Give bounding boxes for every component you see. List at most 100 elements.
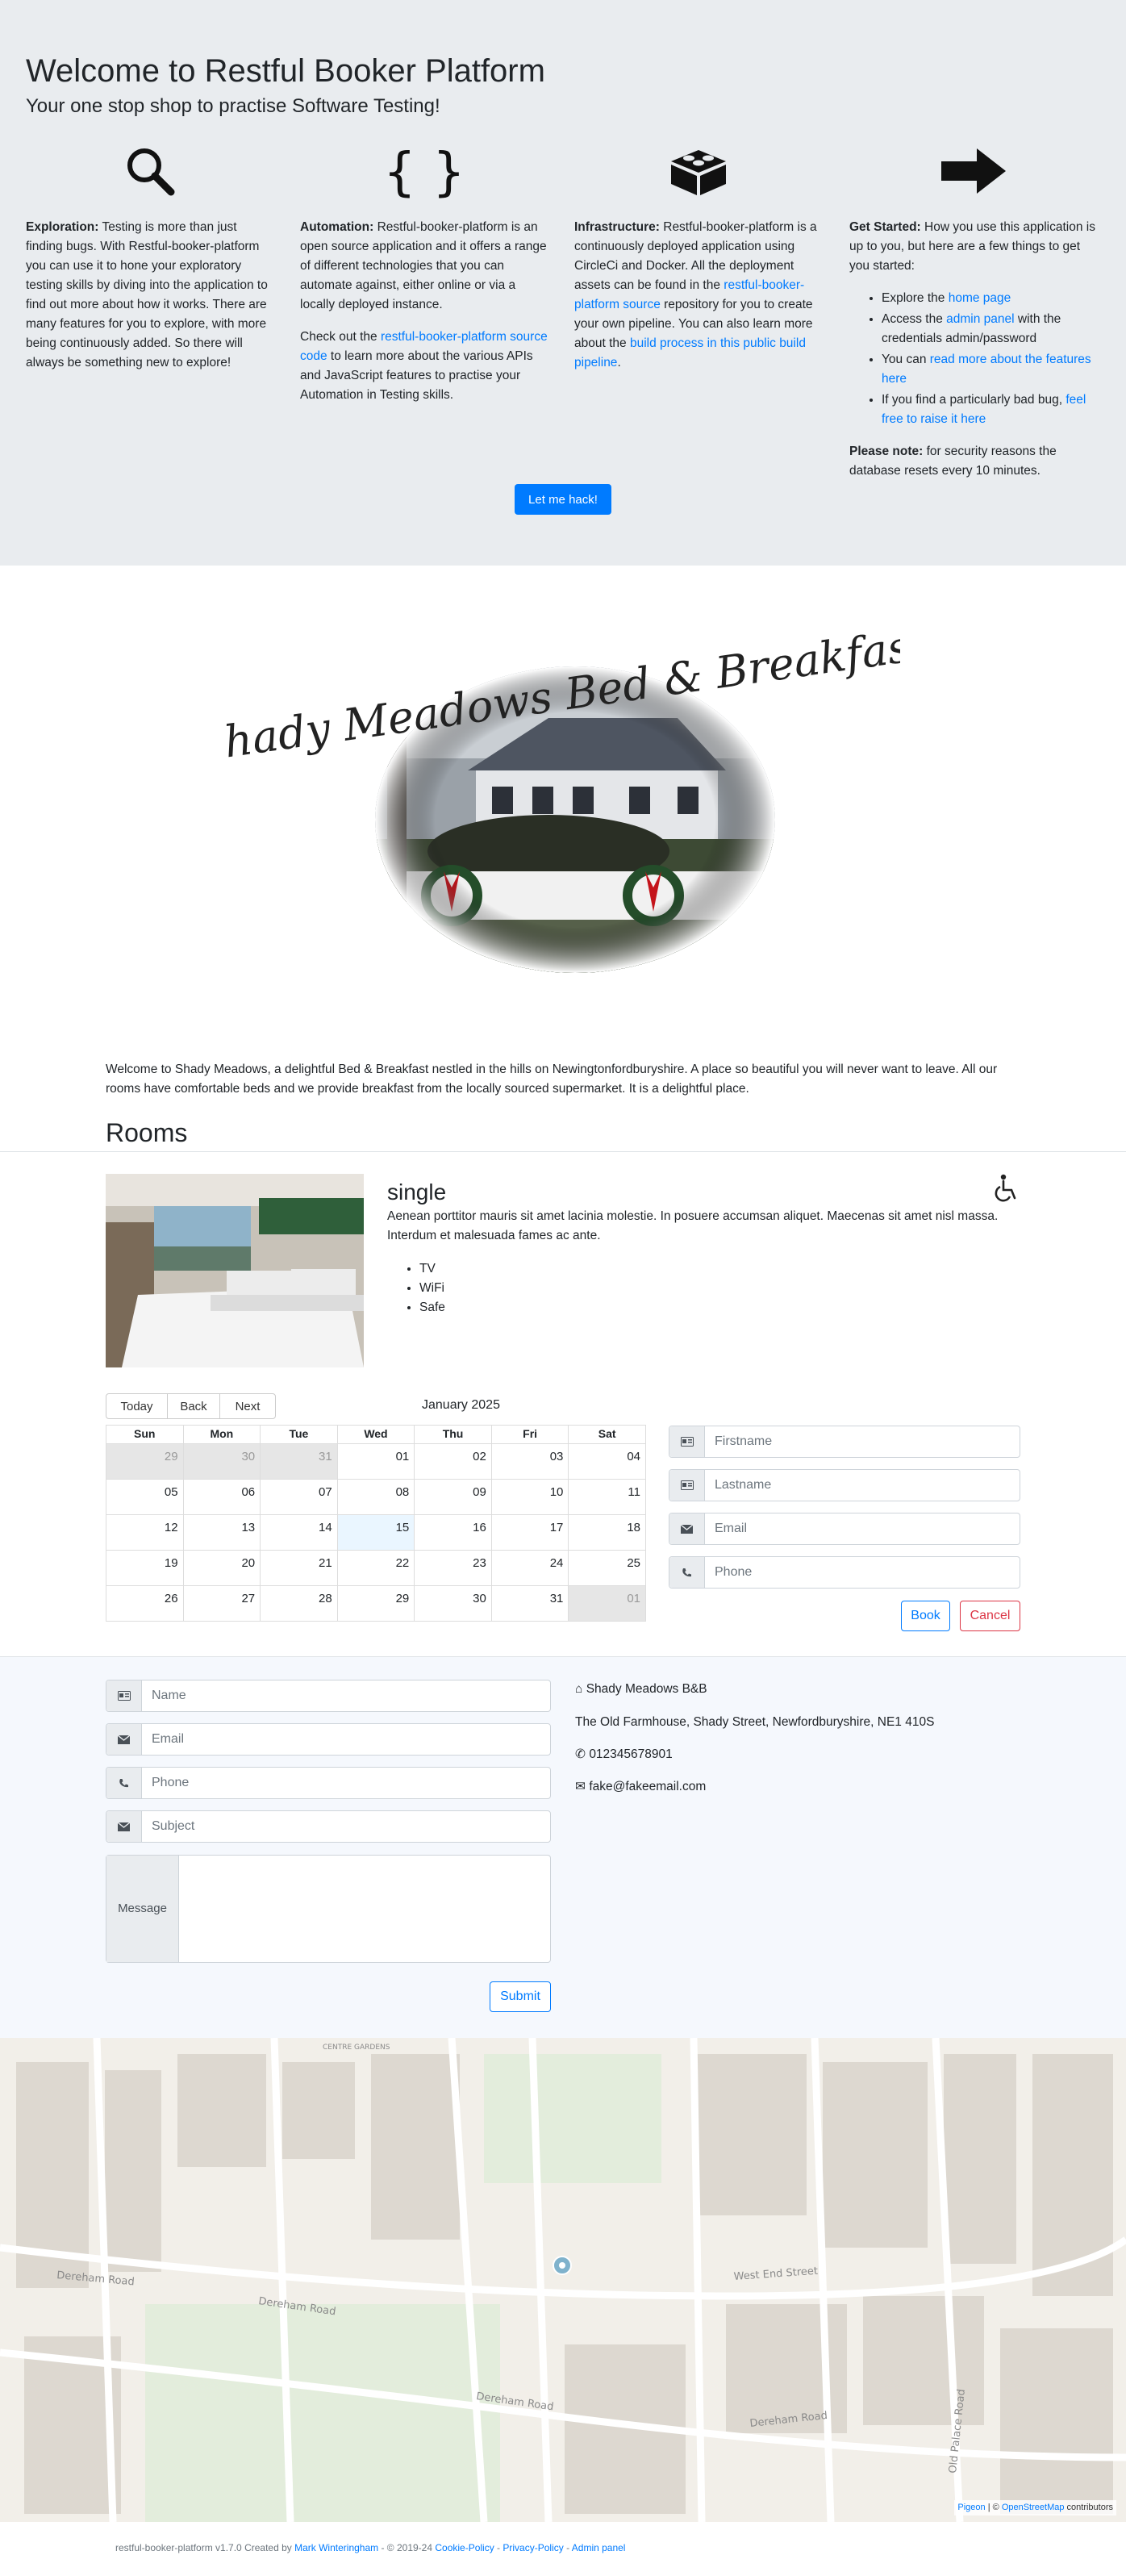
weekday-header: Sun <box>106 1425 184 1444</box>
calendar-day[interactable]: 28 <box>260 1584 338 1622</box>
calendar-day[interactable]: 23 <box>414 1549 492 1586</box>
admin-panel-link[interactable]: admin panel <box>946 312 1014 326</box>
weekday-header: Wed <box>336 1425 415 1444</box>
calendar-day[interactable]: 11 <box>568 1478 646 1515</box>
email-placeholder: Email <box>152 1731 185 1746</box>
calendar-day[interactable]: 21 <box>260 1549 338 1586</box>
privacy-policy-link[interactable]: Privacy-Policy <box>503 2542 563 2553</box>
calendar-day[interactable]: 20 <box>182 1549 261 1586</box>
hotel-logo: Shady Meadows Bed & Breakfast <box>191 619 931 1000</box>
calendar-day[interactable]: 30 <box>182 1442 261 1480</box>
phone-placeholder: Phone <box>152 1775 190 1789</box>
business-name: ⌂ Shady Meadows B&B <box>575 1682 707 1696</box>
calendar-day[interactable]: 06 <box>182 1478 261 1515</box>
id-card-icon <box>669 1470 705 1501</box>
exploration-column: Exploration: Testing is more than just f… <box>26 142 273 386</box>
calendar-day[interactable]: 18 <box>568 1513 646 1551</box>
calendar-day[interactable]: 22 <box>336 1549 415 1586</box>
contact-email-field[interactable]: Email <box>106 1723 551 1756</box>
author-link[interactable]: Mark Winteringham <box>294 2542 378 2553</box>
calendar-day-today[interactable]: 15 <box>336 1513 415 1551</box>
calendar-day[interactable]: 12 <box>106 1513 184 1551</box>
envelope-icon <box>106 1724 142 1755</box>
osm-link[interactable]: OpenStreetMap <box>1002 2503 1065 2512</box>
map-marker-icon <box>553 2256 572 2275</box>
calendar-day[interactable]: 01 <box>336 1442 415 1480</box>
list-item: You can read more about the features her… <box>882 350 1097 389</box>
room-description: Aenean porttitor mauris sit amet lacinia… <box>387 1209 999 1243</box>
booking-phone-field[interactable]: Phone <box>669 1556 1020 1589</box>
calendar-day[interactable]: 31 <box>490 1584 569 1622</box>
calendar-day[interactable]: 29 <box>106 1442 184 1480</box>
calendar-day[interactable]: 10 <box>490 1478 569 1515</box>
automation-text-2: Check out the restful-booker-platform so… <box>300 330 548 403</box>
area-label: CENTRE GARDENS <box>323 2044 390 2052</box>
subject-placeholder: Subject <box>152 1818 195 1833</box>
firstname-field[interactable]: Firstname <box>669 1426 1020 1458</box>
contact-subject-field[interactable]: Subject <box>106 1810 551 1843</box>
contact-section <box>0 1657 1126 2038</box>
calendar-day[interactable]: 19 <box>106 1549 184 1586</box>
envelope-icon <box>669 1513 705 1544</box>
lastname-field[interactable]: Lastname <box>669 1469 1020 1501</box>
contact-phone-field[interactable]: Phone <box>106 1767 551 1799</box>
calendar-day[interactable]: 05 <box>106 1478 184 1515</box>
calendar-day[interactable]: 08 <box>336 1478 415 1515</box>
contact-name-field[interactable]: Name <box>106 1680 551 1712</box>
booking-calendar[interactable]: Sun Mon Tue Wed Thu Fri Sat 29 30 31 01 … <box>106 1425 646 1622</box>
calendar-day[interactable]: 25 <box>568 1549 646 1586</box>
calendar-day[interactable]: 24 <box>490 1549 569 1586</box>
calendar-day[interactable]: 09 <box>414 1478 492 1515</box>
calendar-day[interactable]: 07 <box>260 1478 338 1515</box>
contact-message-field[interactable]: Message <box>106 1855 551 1963</box>
calendar-day[interactable]: 30 <box>414 1584 492 1622</box>
weekday-header: Sat <box>568 1425 646 1444</box>
calendar-day[interactable]: 13 <box>182 1513 261 1551</box>
calendar-day[interactable]: 31 <box>260 1442 338 1480</box>
weekday-header: Mon <box>182 1425 261 1444</box>
exploration-text: Exploration: Testing is more than just f… <box>26 220 268 370</box>
envelope-icon: ✉ <box>575 1780 586 1793</box>
weekday-header: Thu <box>414 1425 492 1444</box>
infrastructure-column: Infrastructure: Restful-booker-platform … <box>574 142 822 386</box>
calendar-day[interactable]: 04 <box>568 1442 646 1480</box>
svg-text:{ }: { } <box>386 143 463 199</box>
calendar-day[interactable]: 02 <box>414 1442 492 1480</box>
calendar-day[interactable]: 16 <box>414 1513 492 1551</box>
cookie-policy-link[interactable]: Cookie-Policy <box>435 2542 494 2553</box>
lastname-placeholder: Lastname <box>715 1477 772 1492</box>
footer: restful-booker-platform v1.7.0 Created b… <box>115 2542 626 2553</box>
intro-text: Welcome to Shady Meadows, a delightful B… <box>106 1063 998 1096</box>
id-card-icon <box>669 1426 705 1457</box>
room-name: single <box>387 1179 447 1204</box>
home-page-link[interactable]: home page <box>949 291 1011 305</box>
calendar-day[interactable]: 14 <box>260 1513 338 1551</box>
amenity-item: Safe <box>419 1298 445 1317</box>
calendar-day[interactable]: 01 <box>568 1584 646 1622</box>
calendar-next-button[interactable]: Next <box>219 1393 276 1419</box>
calendar-day[interactable]: 26 <box>106 1584 184 1622</box>
admin-panel-link[interactable]: Admin panel <box>572 2542 626 2553</box>
get-started-column: Get Started: How you use this applicatio… <box>849 142 1097 494</box>
book-button[interactable]: Book <box>901 1601 950 1631</box>
calendar-day[interactable]: 03 <box>490 1442 569 1480</box>
business-email: ✉ fake@fakeemail.com <box>575 1780 707 1793</box>
calendar-month-label: January 2025 <box>422 1398 500 1412</box>
envelope-icon <box>106 1811 142 1842</box>
location-map[interactable]: Dereham Road Dereham Road Dereham Road D… <box>0 2038 1126 2522</box>
map-attribution: Pigeon | © OpenStreetMap contributors <box>954 2499 1116 2515</box>
pigeon-link[interactable]: Pigeon <box>957 2503 985 2512</box>
firstname-placeholder: Firstname <box>715 1434 773 1448</box>
submit-button[interactable]: Submit <box>490 1981 551 2012</box>
calendar-day[interactable]: 29 <box>336 1584 415 1622</box>
get-started-list: Explore the home page Access the admin p… <box>882 289 1097 429</box>
calendar-day[interactable]: 27 <box>182 1584 261 1622</box>
let-me-hack-button[interactable]: Let me hack! <box>515 484 611 515</box>
calendar-day[interactable]: 17 <box>490 1513 569 1551</box>
infrastructure-text: Infrastructure: Restful-booker-platform … <box>574 220 817 370</box>
room-image <box>106 1174 364 1367</box>
calendar-back-button[interactable]: Back <box>167 1393 220 1419</box>
booking-email-field[interactable]: Email <box>669 1513 1020 1545</box>
cancel-button[interactable]: Cancel <box>960 1601 1020 1631</box>
calendar-today-button[interactable]: Today <box>106 1393 168 1419</box>
